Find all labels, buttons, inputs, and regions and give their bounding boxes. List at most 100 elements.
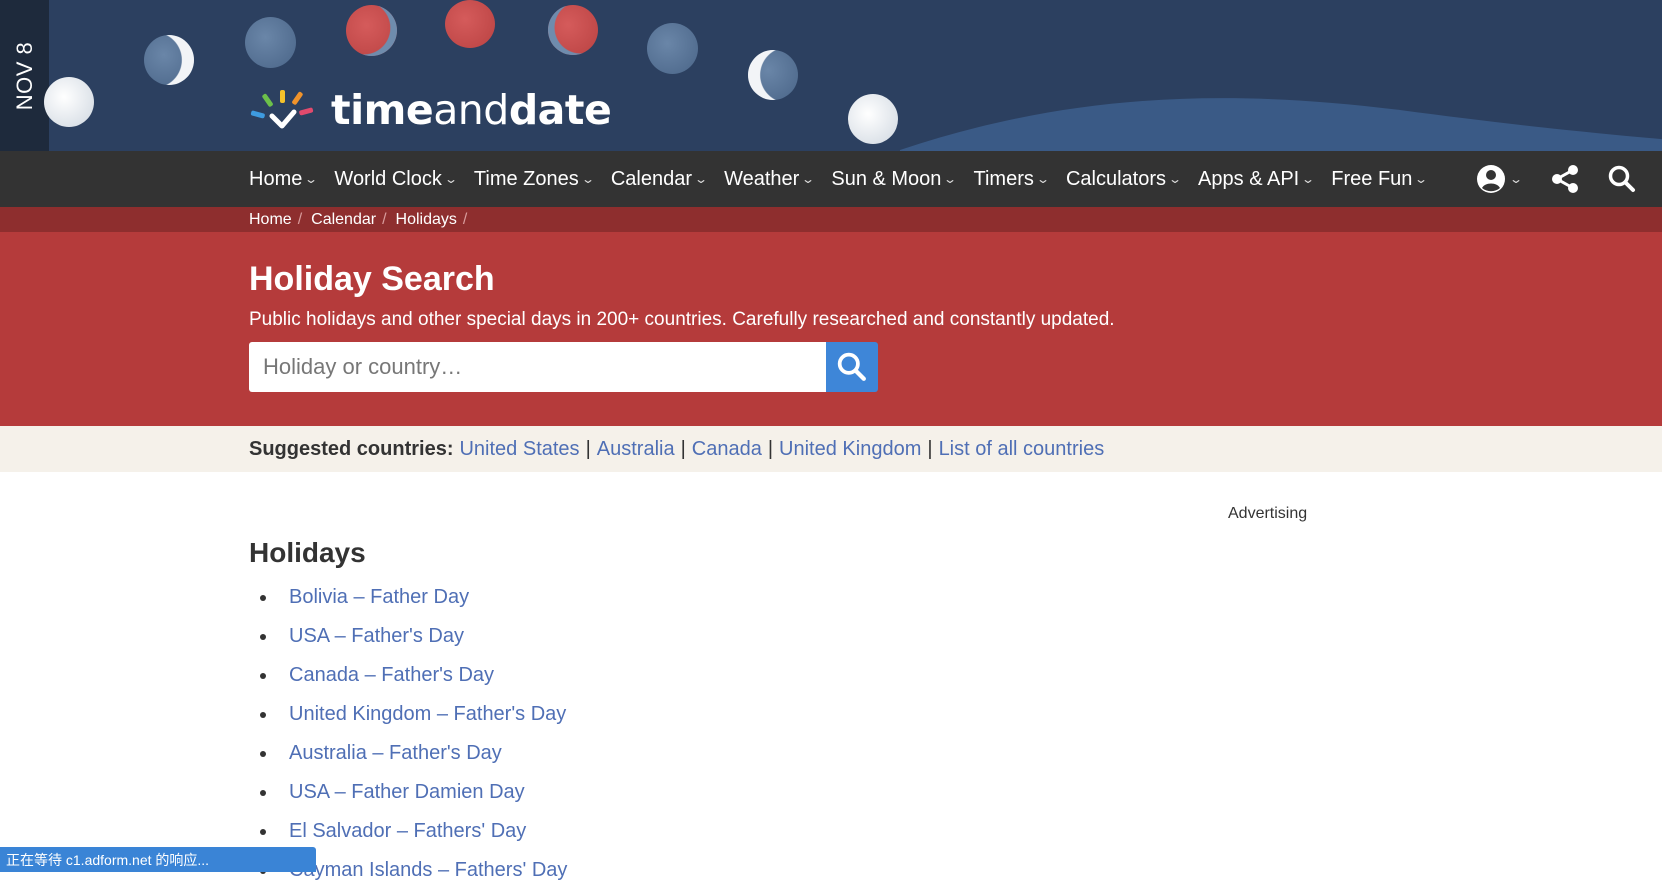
nav-label: Time Zones <box>473 167 579 190</box>
breadcrumb-calendar[interactable]: Calendar <box>311 211 376 229</box>
breadcrumb-separator: / <box>462 210 468 228</box>
browser-status-bar: 正在等待 c1.adform.net 的响应... <box>0 847 316 872</box>
advertising-label: Advertising <box>1228 505 1308 522</box>
moon-phase-icon <box>445 0 495 48</box>
moon-phase-icon <box>548 5 598 55</box>
holidays-heading: Holidays <box>249 537 366 568</box>
nav-item-home[interactable]: Home ⌄ <box>249 167 319 191</box>
search-icon <box>1608 165 1635 192</box>
breadcrumb-separator: / <box>297 210 303 228</box>
nav-item-apps-api[interactable]: Apps & API ⌄ <box>1198 168 1315 191</box>
all-countries-link[interactable]: List of all countries <box>939 438 1105 461</box>
list-item: Canada – Father's Day <box>249 656 567 695</box>
list-item: Australia – Father's Day <box>249 734 567 773</box>
nav-label: Sun & Moon <box>831 167 942 190</box>
nav-label: Weather <box>724 167 800 190</box>
bullet <box>260 633 266 640</box>
moon-phase-icon <box>647 23 698 74</box>
chevron-down-icon: ⌄ <box>943 172 958 186</box>
bullet <box>260 828 266 835</box>
chevron-down-icon: ⌄ <box>1414 172 1429 186</box>
list-item: Bolivia – Father Day <box>249 578 567 617</box>
chevron-down-icon: ⌄ <box>1167 172 1183 186</box>
holiday-link[interactable]: El Salvador – Fathers' Day <box>289 820 526 843</box>
nav-item-world-clock[interactable]: World Clock ⌄ <box>334 167 458 191</box>
nav-item-free-fun[interactable]: Free Fun ⌄ <box>1331 168 1429 191</box>
breadcrumb: Home / Calendar / Holidays / <box>249 207 476 232</box>
date-label: NOV 8 <box>11 41 37 110</box>
moon-phase-icon <box>144 35 194 85</box>
wave-decoration <box>900 98 1662 151</box>
suggested-label: Suggested countries: <box>249 437 454 460</box>
bullet <box>260 750 266 757</box>
holidays-list: Bolivia – Father Day USA – Father's Day … <box>249 578 567 890</box>
nav-label: Calendar <box>610 167 692 190</box>
nav-item-sun-moon[interactable]: Sun & Moon ⌄ <box>831 167 958 191</box>
date-tab[interactable]: NOV 8 <box>0 0 49 151</box>
holiday-link[interactable]: Australia – Father's Day <box>289 742 502 765</box>
share-button[interactable] <box>1551 151 1579 207</box>
nav-item-weather[interactable]: Weather ⌄ <box>724 167 816 191</box>
moon-phase-icon <box>44 77 94 127</box>
country-link-canada[interactable]: Canada <box>692 438 762 461</box>
nav-item-calculators[interactable]: Calculators ⌄ <box>1065 167 1183 191</box>
holiday-search-form <box>249 342 878 392</box>
holiday-link[interactable]: USA – Father's Day <box>289 625 464 648</box>
share-icon <box>1552 165 1578 193</box>
nav-label: Home <box>249 167 303 190</box>
holiday-search-button[interactable] <box>826 342 878 392</box>
hero-section: Holiday Search Public holidays and other… <box>0 232 1662 426</box>
nav-label: World Clock <box>334 167 442 190</box>
bullet <box>260 711 266 718</box>
chevron-down-icon: ⌄ <box>580 172 595 186</box>
logo-text-date: date <box>508 86 612 134</box>
country-link-united-states[interactable]: United States <box>459 438 579 461</box>
nav-item-timers[interactable]: Timers ⌄ <box>973 167 1050 191</box>
breadcrumb-holidays[interactable]: Holidays <box>396 211 457 229</box>
chevron-down-icon: ⌄ <box>1508 172 1524 186</box>
site-logo[interactable]: timeanddate <box>249 86 612 134</box>
bullet <box>260 672 266 679</box>
separator: | <box>585 437 591 460</box>
logo-text-time: time <box>331 86 434 134</box>
list-item: USA – Father Damien Day <box>249 773 567 812</box>
logo-mark-icon <box>249 88 323 132</box>
nav-label: Timers <box>973 167 1034 190</box>
logo-text: timeanddate <box>331 86 612 134</box>
separator: | <box>927 437 933 460</box>
logo-text-and: and <box>433 86 509 134</box>
site-search-button[interactable] <box>1608 151 1636 207</box>
separator: | <box>680 437 686 460</box>
list-item: USA – Father's Day <box>249 617 567 656</box>
separator: | <box>767 437 774 460</box>
page-title: Holiday Search <box>249 260 495 298</box>
holiday-link[interactable]: United Kingdom – Father's Day <box>289 703 566 726</box>
holiday-link[interactable]: Bolivia – Father Day <box>289 586 469 609</box>
chevron-down-icon: ⌄ <box>1035 172 1050 186</box>
holiday-link[interactable]: Canada – Father's Day <box>289 664 494 687</box>
breadcrumb-separator: / <box>382 210 387 228</box>
list-item: United Kingdom – Father's Day <box>249 695 567 734</box>
moon-phase-icon <box>245 17 296 68</box>
main-nav: Home ⌄ World Clock ⌄ Time Zones ⌄ Calendar ⌄… <box>0 151 1662 207</box>
chevron-down-icon: ⌄ <box>801 172 816 186</box>
country-link-united-kingdom[interactable]: United Kingdom <box>779 438 921 461</box>
holiday-link[interactable]: Cayman Islands – Fathers' Day <box>289 859 567 882</box>
chevron-down-icon: ⌄ <box>304 172 319 186</box>
suggested-countries-bar: Suggested countries: United States | Aust… <box>0 426 1662 472</box>
moon-phase-icon <box>748 50 798 100</box>
list-item: El Salvador – Fathers' Day <box>249 812 567 851</box>
bullet <box>260 789 266 796</box>
search-icon <box>837 352 866 381</box>
nav-item-time-zones[interactable]: Time Zones ⌄ <box>473 167 595 191</box>
holiday-link[interactable]: USA – Father Damien Day <box>289 781 525 804</box>
account-menu[interactable]: ⌄ <box>1476 151 1524 207</box>
page-subtitle: Public holidays and other special days i… <box>249 309 1115 330</box>
breadcrumb-home[interactable]: Home <box>249 211 292 229</box>
chevron-down-icon: ⌄ <box>693 172 709 186</box>
nav-label: Calculators <box>1065 167 1166 190</box>
header-banner: NOV 8 timeanddate <box>0 0 1662 151</box>
country-link-australia[interactable]: Australia <box>597 438 675 461</box>
nav-item-calendar[interactable]: Calendar ⌄ <box>610 167 709 191</box>
holiday-search-input[interactable] <box>249 342 826 392</box>
